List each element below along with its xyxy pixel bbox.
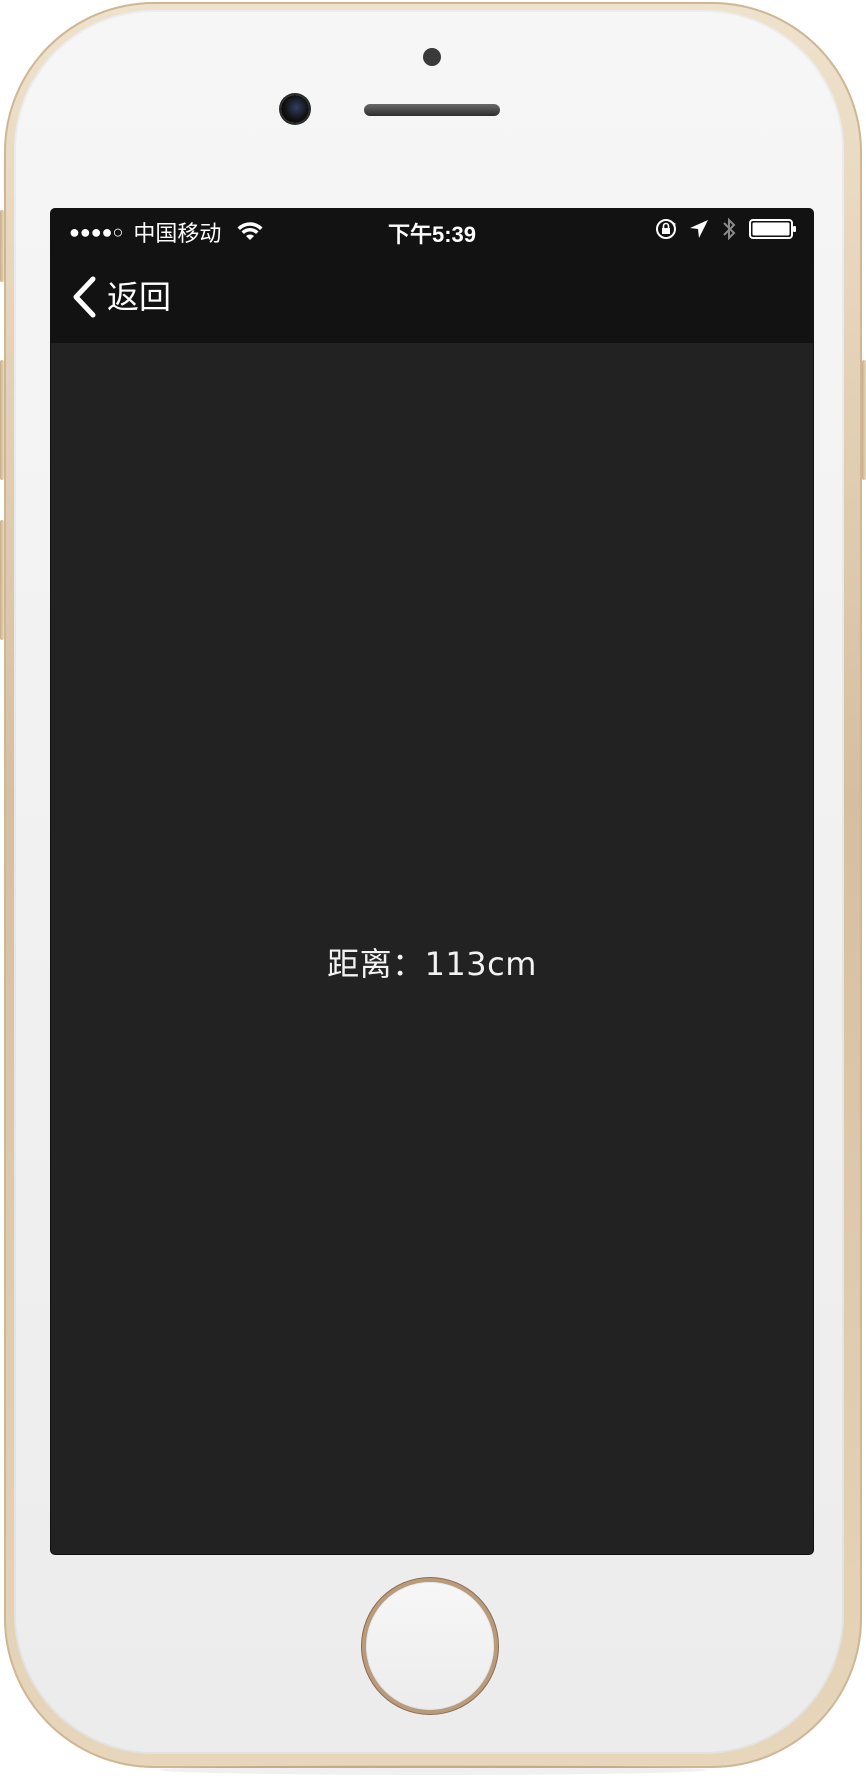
battery-icon [749,219,796,239]
rotation-lock-icon [656,219,676,239]
home-button[interactable] [366,1582,494,1710]
distance-readout: 距离：113cm [327,945,537,983]
bottom-shadow [160,1765,706,1775]
location-arrow-icon [690,220,708,238]
bluetooth-icon [723,217,736,241]
chevron-left-icon [73,276,96,318]
back-label: 返回 [107,278,172,316]
main-content: 距离：113cm [51,343,813,1554]
phone-mockup: ●●●●○ 中国移动 下午5:39 返回 距离：113cm [0,0,866,1776]
front-camera-icon [281,95,309,123]
proximity-sensor [423,48,441,66]
status-right [655,217,797,241]
back-button[interactable]: 返回 [71,273,171,321]
power-button [862,360,866,480]
volume-up-button [0,360,4,480]
navigation-bar: 返回 [51,251,813,343]
volume-down-button [0,520,4,640]
status-bar: ●●●●○ 中国移动 下午5:39 [51,209,813,251]
earpiece-speaker [364,104,500,116]
screen: ●●●●○ 中国移动 下午5:39 返回 距离：113cm [51,209,813,1554]
mute-switch [0,210,4,282]
